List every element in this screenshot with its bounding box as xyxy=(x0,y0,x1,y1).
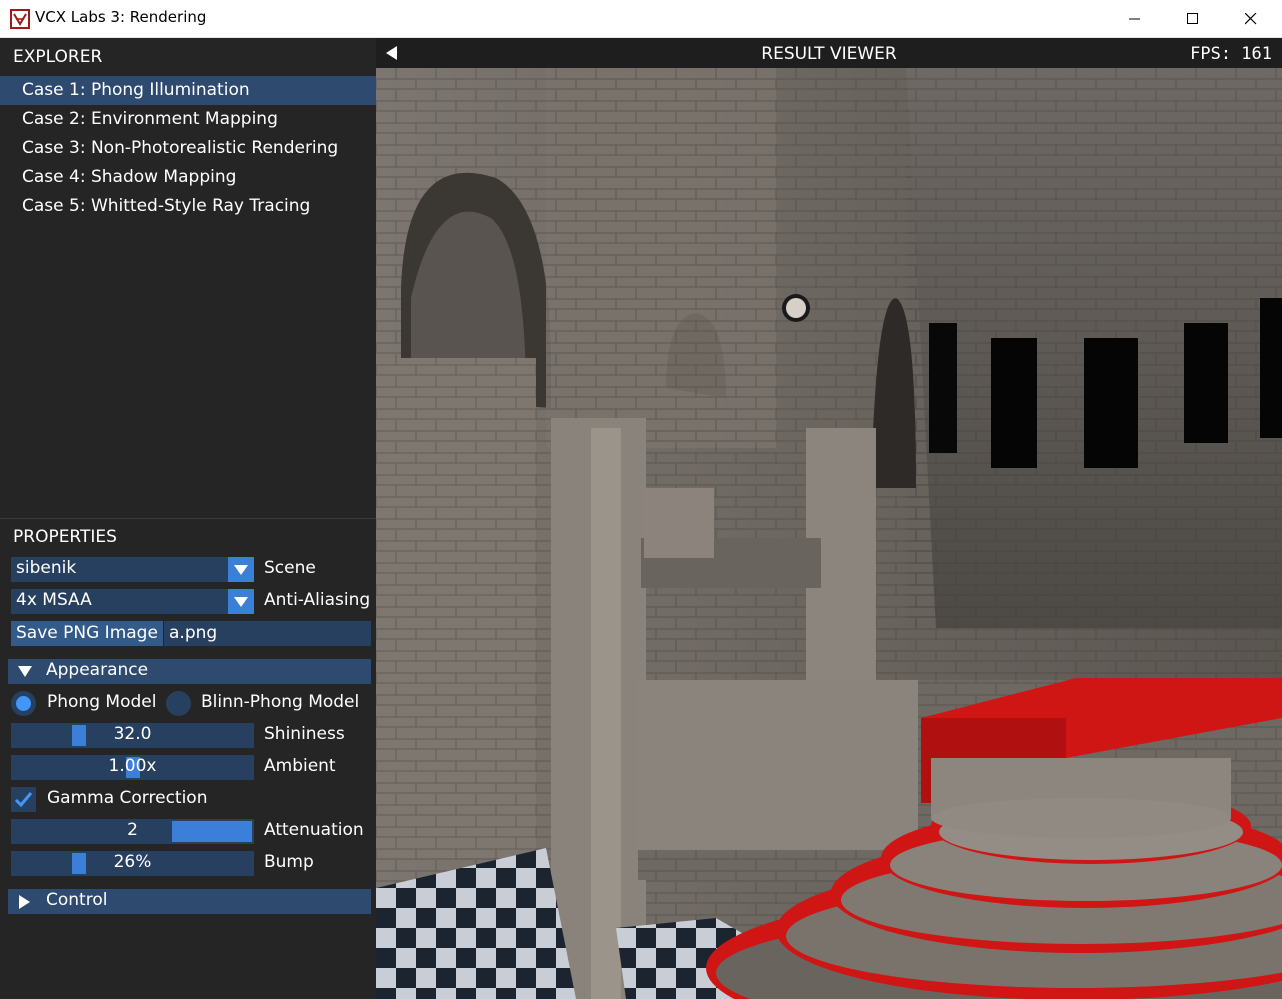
minimize-icon xyxy=(1129,18,1140,20)
appearance-label: Appearance xyxy=(46,660,149,680)
title-bar: VCX Labs 3: Rendering xyxy=(0,0,1282,38)
window-title: VCX Labs 3: Rendering xyxy=(35,8,207,26)
save-png-button[interactable]: Save PNG Image xyxy=(11,621,163,646)
render-canvas[interactable] xyxy=(376,68,1282,999)
shininess-label: Shininess xyxy=(264,724,345,744)
case-item-4[interactable]: Case 4: Shadow Mapping xyxy=(0,163,376,192)
radio-selected-dot xyxy=(16,696,31,711)
attenuation-row: 2 Attenuation xyxy=(11,819,376,844)
control-label: Control xyxy=(46,890,108,910)
case-item-2[interactable]: Case 2: Environment Mapping xyxy=(0,105,376,134)
close-button[interactable] xyxy=(1222,0,1280,38)
case-item-1[interactable]: Case 1: Phong Illumination xyxy=(0,76,376,105)
properties-header: PROPERTIES xyxy=(13,527,117,547)
bump-value: 26% xyxy=(113,852,152,872)
gamma-row: Gamma Correction xyxy=(11,787,311,812)
attenuation-label: Attenuation xyxy=(264,820,364,840)
case-item-5[interactable]: Case 5: Whitted-Style Ray Tracing xyxy=(0,192,376,221)
shininess-value: 32.0 xyxy=(113,724,152,744)
filename-input[interactable]: a.png xyxy=(164,621,371,646)
scene-row: sibenik Scene xyxy=(11,557,376,582)
viewer-title: RESULT VIEWER xyxy=(761,44,897,64)
rendered-cathedral-image xyxy=(376,68,1282,999)
checkmark-icon xyxy=(14,792,33,808)
anti-aliasing-label: Anti-Aliasing xyxy=(264,590,371,610)
bump-row: 26% Bump xyxy=(11,851,376,876)
fps-counter: FPS: 161 xyxy=(1190,44,1272,64)
shininess-slider[interactable]: 32.0 xyxy=(11,723,254,748)
control-section-header[interactable]: Control xyxy=(8,889,371,914)
ambient-value: 1.00x xyxy=(108,756,157,776)
blinn-phong-radio[interactable] xyxy=(166,691,191,716)
bump-label: Bump xyxy=(264,852,314,872)
ambient-label: Ambient xyxy=(264,756,336,776)
lighting-model-row: Phong Model Blinn-Phong Model xyxy=(11,691,371,716)
app-logo-icon xyxy=(10,9,30,29)
minimize-button[interactable] xyxy=(1106,0,1164,38)
phong-label: Phong Model xyxy=(47,692,157,712)
maximize-icon xyxy=(1187,13,1198,24)
save-row: Save PNG Image a.png xyxy=(11,621,373,646)
panel-splitter[interactable] xyxy=(0,518,376,519)
explorer-header: EXPLORER xyxy=(13,47,103,67)
attenuation-value: 2 xyxy=(127,820,138,840)
anti-aliasing-value: 4x MSAA xyxy=(16,590,92,610)
gamma-label: Gamma Correction xyxy=(47,788,208,808)
ambient-row: 1.00x Ambient xyxy=(11,755,376,780)
aa-row: 4x MSAA Anti-Aliasing xyxy=(11,589,376,614)
dropdown-arrow-icon xyxy=(228,557,254,582)
gamma-checkbox[interactable] xyxy=(11,787,36,812)
collapsed-arrow-icon xyxy=(19,895,30,909)
close-icon xyxy=(1245,13,1257,25)
left-panel: EXPLORER Case 1: Phong Illumination Case… xyxy=(0,38,376,999)
scene-value: sibenik xyxy=(16,558,77,578)
ambient-slider[interactable]: 1.00x xyxy=(11,755,254,780)
attenuation-slider[interactable]: 2 xyxy=(11,819,254,844)
case-item-3[interactable]: Case 3: Non-Photorealistic Rendering xyxy=(0,134,376,163)
bump-slider[interactable]: 26% xyxy=(11,851,254,876)
viewer-header: RESULT VIEWER FPS: 161 xyxy=(376,38,1282,68)
expanded-arrow-icon xyxy=(18,666,32,677)
maximize-button[interactable] xyxy=(1164,0,1222,38)
appearance-section-header[interactable]: Appearance xyxy=(8,659,371,684)
phong-radio[interactable] xyxy=(11,691,36,716)
shininess-row: 32.0 Shininess xyxy=(11,723,376,748)
blinn-phong-label: Blinn-Phong Model xyxy=(201,692,360,712)
dropdown-arrow-icon xyxy=(228,589,254,614)
explorer-list: Case 1: Phong Illumination Case 2: Envir… xyxy=(0,76,376,221)
result-viewer: RESULT VIEWER FPS: 161 xyxy=(376,38,1282,999)
scene-combo[interactable]: sibenik xyxy=(11,557,254,582)
anti-aliasing-combo[interactable]: 4x MSAA xyxy=(11,589,254,614)
scene-label: Scene xyxy=(264,558,316,578)
